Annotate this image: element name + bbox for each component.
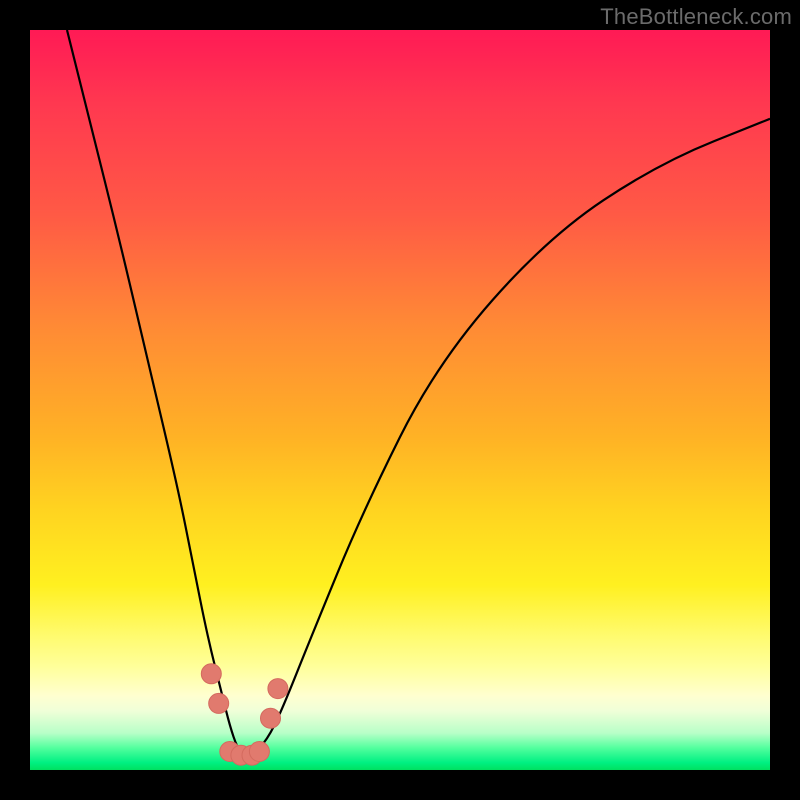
curve-marker <box>201 664 221 684</box>
bottleneck-curve <box>67 30 770 755</box>
curve-marker <box>261 708 281 728</box>
curve-markers <box>201 664 288 765</box>
frame: TheBottleneck.com <box>0 0 800 800</box>
curve-marker <box>268 679 288 699</box>
chart-svg <box>30 30 770 770</box>
curve-marker <box>209 693 229 713</box>
curve-marker <box>249 742 269 762</box>
plot-area <box>30 30 770 770</box>
watermark: TheBottleneck.com <box>600 4 792 30</box>
